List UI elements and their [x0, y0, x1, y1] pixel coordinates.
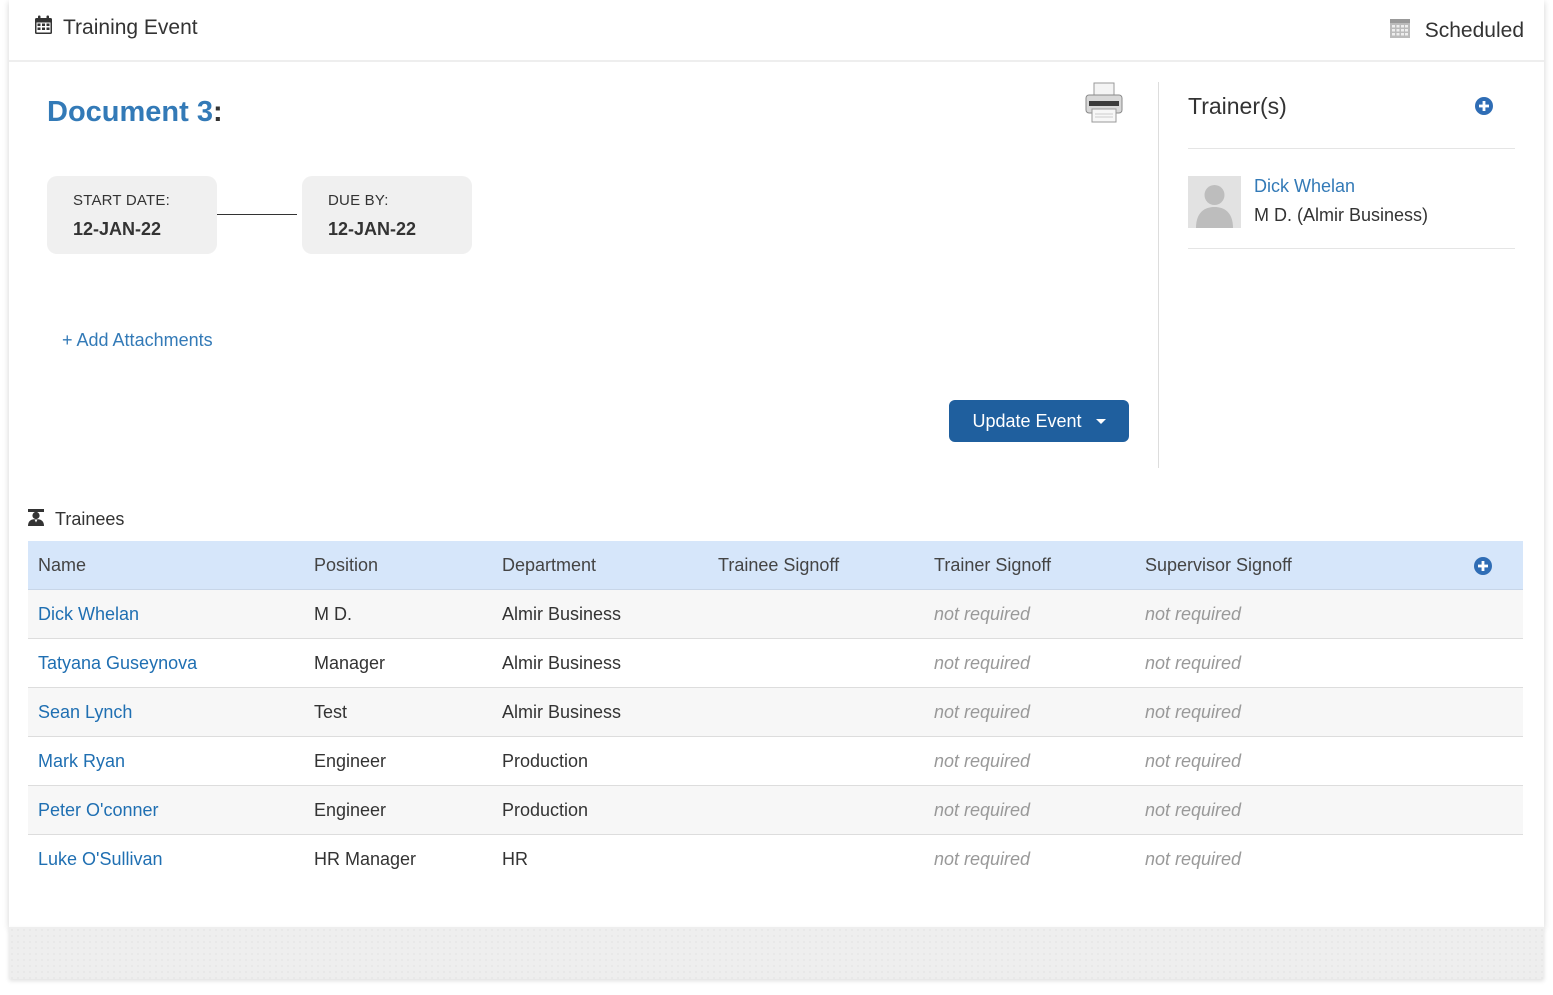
table-row: Tatyana Guseynova Manager Almir Business… — [28, 639, 1523, 688]
add-trainee-plus-icon[interactable] — [1473, 556, 1493, 581]
trainer-signoff: not required — [934, 751, 1031, 771]
page-title: Document 3: — [47, 96, 223, 129]
add-attachments-link[interactable]: + Add Attachments — [62, 330, 213, 351]
trainee-name-link[interactable]: Peter O'conner — [38, 786, 159, 834]
trainee-position: Engineer — [314, 800, 387, 820]
trainee-department: Almir Business — [502, 653, 622, 673]
trainer-signoff: not required — [934, 800, 1031, 820]
calendar-icon — [34, 15, 53, 41]
trainee-name-link[interactable]: Tatyana Guseynova — [38, 639, 197, 687]
column-header-trainee-signoff[interactable]: Trainee Signoff — [718, 541, 839, 589]
printer-icon[interactable] — [1085, 82, 1123, 129]
trainer-signoff: not required — [934, 702, 1031, 722]
person-placeholder-icon — [1188, 176, 1241, 228]
trainers-heading: Trainer(s) — [1188, 93, 1287, 119]
header-title: Training Event — [63, 16, 198, 39]
trainee-department: HR — [502, 849, 528, 869]
column-header-department[interactable]: Department — [502, 541, 596, 589]
table-row: Dick Whelan M D. Almir Business not requ… — [28, 590, 1523, 639]
column-header-position[interactable]: Position — [314, 541, 378, 589]
trainee-position: Manager — [314, 653, 386, 673]
table-row: Peter O'conner Engineer Production not r… — [28, 786, 1523, 835]
table-row: Mark Ryan Engineer Production not requir… — [28, 737, 1523, 786]
trainees-table: Name Position Department Trainee Signoff… — [28, 541, 1523, 883]
update-event-label: Update Event — [972, 410, 1082, 431]
trainees-heading: Trainees — [27, 508, 124, 531]
header-title-group: Training Event — [34, 14, 198, 42]
trainee-department: Almir Business — [502, 604, 622, 624]
trainee-name-link[interactable]: Luke O'Sullivan — [38, 835, 163, 883]
table-header-row: Name Position Department Trainee Signoff… — [28, 541, 1523, 590]
trainer-signoff: not required — [934, 604, 1031, 624]
column-header-supervisor-signoff[interactable]: Supervisor Signoff — [1145, 541, 1292, 589]
column-header-trainer-signoff[interactable]: Trainer Signoff — [934, 541, 1051, 589]
trainees-label: Trainees — [55, 509, 125, 529]
trainee-position: Test — [314, 702, 348, 722]
trainer-subtitle: M D. (Almir Business) — [1254, 205, 1429, 225]
column-header-name[interactable]: Name — [38, 541, 86, 589]
caret-down-icon — [1095, 418, 1106, 424]
vertical-divider — [1158, 82, 1159, 468]
due-date-value: 12-JAN-22 — [328, 219, 417, 239]
supervisor-signoff: not required — [1145, 702, 1242, 722]
trainee-position: HR Manager — [314, 849, 417, 869]
start-date-label: START DATE: — [73, 192, 170, 209]
title-colon: : — [212, 96, 223, 128]
avatar — [1188, 176, 1241, 228]
date-connector-line — [217, 214, 297, 215]
trainee-name-link[interactable]: Mark Ryan — [38, 737, 125, 785]
trainee-name-link[interactable]: Dick Whelan — [38, 590, 139, 638]
supervisor-signoff: not required — [1145, 800, 1242, 820]
start-date-box: START DATE: 12-JAN-22 — [47, 176, 217, 254]
due-date-box: DUE BY: 12-JAN-22 — [302, 176, 472, 254]
supervisor-signoff: not required — [1145, 653, 1242, 673]
due-date-label: DUE BY: — [328, 192, 389, 209]
trainers-divider-top — [1188, 148, 1515, 149]
trainer-signoff: not required — [934, 849, 1031, 869]
trainee-department: Almir Business — [502, 702, 622, 722]
calendar-grid-icon — [1389, 17, 1411, 45]
trainee-department: Production — [502, 751, 589, 771]
supervisor-signoff: not required — [1145, 751, 1242, 771]
status-label: Scheduled — [1424, 19, 1524, 42]
supervisor-signoff: not required — [1145, 604, 1242, 624]
document-title-link[interactable]: Document 3 — [47, 96, 213, 128]
page-footer-band — [9, 927, 1544, 979]
trainer-signoff: not required — [934, 653, 1031, 673]
trainee-position: Engineer — [314, 751, 387, 771]
graduate-user-icon — [27, 508, 45, 531]
table-row: Luke O'Sullivan HR Manager HR not requir… — [28, 835, 1523, 883]
supervisor-signoff: not required — [1145, 849, 1242, 869]
table-row: Sean Lynch Test Almir Business not requi… — [28, 688, 1523, 737]
trainee-name-link[interactable]: Sean Lynch — [38, 688, 132, 736]
add-trainer-plus-icon[interactable] — [1474, 96, 1494, 121]
header-status-group: Scheduled — [1389, 16, 1524, 46]
trainee-department: Production — [502, 800, 589, 820]
training-event-card: Training Event Scheduled Document 3: STA… — [9, 0, 1544, 927]
trainer-name-link[interactable]: Dick Whelan — [1254, 176, 1355, 197]
trainee-position: M D. — [314, 604, 352, 624]
update-event-button[interactable]: Update Event — [949, 400, 1129, 442]
start-date-value: 12-JAN-22 — [73, 219, 162, 239]
card-header: Training Event Scheduled — [9, 0, 1544, 62]
trainers-divider-bottom — [1188, 248, 1515, 249]
